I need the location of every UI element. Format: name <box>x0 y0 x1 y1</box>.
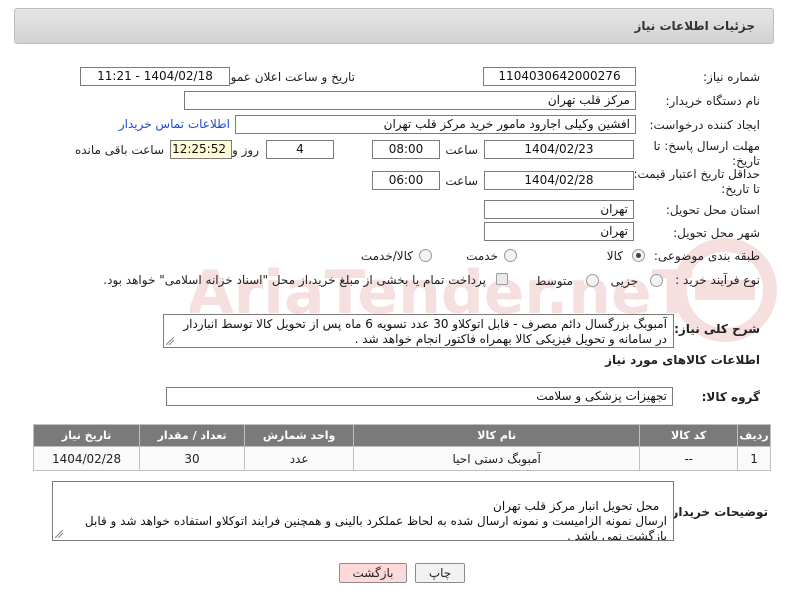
description-text: آمبوبگ بزرگسال دائم مصرف - قابل اتوکلاو … <box>183 317 667 346</box>
payment-note: پرداخت تمام یا بخشی از مبلغ خرید،از محل … <box>103 273 486 287</box>
validity-time-field: 06:00 <box>372 171 440 190</box>
announce-field: 1404/02/18 - 11:21 <box>80 67 230 86</box>
announce-label: تاریخ و ساعت اعلان عمومی: <box>210 70 355 84</box>
buyer-label: نام دستگاه خریدار: <box>665 94 761 108</box>
process-label: نوع فرآیند خرید : <box>675 273 760 287</box>
buyer-notes-label: توضیحات خریدار: <box>666 505 768 519</box>
resize-grip-icon[interactable] <box>166 337 174 345</box>
deadline-time-label: ساعت <box>445 143 478 157</box>
category-radio-goods-service[interactable] <box>419 249 432 262</box>
cell-date: 1404/02/28 <box>32 446 141 471</box>
process-option-minor: جزیی <box>610 274 638 288</box>
city-label: شهر محل تحویل: <box>673 226 760 240</box>
contact-info-link[interactable]: اطلاعات تماس خریدار <box>119 117 230 131</box>
category-option-goods: کالا <box>606 249 623 263</box>
need-number-field: 1104030642000276 <box>483 67 636 86</box>
need-number-label: شماره نیاز: <box>703 70 760 84</box>
buyer-notes-text: محل تحویل انبار مرکز قلب تهران ارسال نمو… <box>84 499 667 541</box>
cell-row: 1 <box>737 446 771 471</box>
category-radio-goods[interactable] <box>632 249 645 262</box>
category-option-goods-service: کالا/خدمت <box>360 249 413 263</box>
print-button[interactable]: چاپ <box>415 563 465 583</box>
col-unit: واحد شمارش <box>244 424 355 447</box>
goods-group-field: تجهیزات پزشکی و سلامت <box>166 387 673 406</box>
cell-unit: عدد <box>244 446 355 471</box>
col-qty: تعداد / مقدار <box>139 424 246 447</box>
header-panel: جزئیات اطلاعات نیاز <box>14 8 774 44</box>
deadline-label: مهلت ارسال پاسخ: تا تاریخ: <box>653 139 760 168</box>
col-code: کد کالا <box>639 424 739 447</box>
description-label: شرح کلی نیاز: <box>674 322 760 336</box>
category-option-service: خدمت <box>466 249 498 263</box>
back-button[interactable]: بازگشت <box>339 563 407 583</box>
description-field: آمبوبگ بزرگسال دائم مصرف - قابل اتوکلاو … <box>163 314 674 348</box>
col-row: ردیف <box>737 424 771 447</box>
col-name: نام کالا <box>353 424 641 447</box>
buyer-field: مرکز قلب تهران <box>184 91 636 110</box>
validity-date-field: 1404/02/28 <box>484 171 634 190</box>
process-radio-minor[interactable] <box>650 274 663 287</box>
creator-label: ایجاد کننده درخواست: <box>649 118 760 132</box>
remaining-time-field: 12:25:52 <box>170 140 232 159</box>
cell-qty: 30 <box>139 446 246 471</box>
validity-time-label: ساعت <box>445 174 478 188</box>
treasury-checkbox[interactable] <box>496 273 508 285</box>
resize-grip-icon[interactable] <box>55 530 63 538</box>
days-label: روز و <box>232 143 259 157</box>
page-title: جزئیات اطلاعات نیاز <box>634 19 755 33</box>
province-label: استان محل تحویل: <box>665 203 760 217</box>
cell-code: -- <box>639 446 739 471</box>
process-option-medium: متوسط <box>535 274 573 288</box>
goods-section-title: اطلاعات کالاهای مورد نیاز <box>605 353 760 367</box>
goods-group-label: گروه کالا: <box>701 390 760 404</box>
process-radio-medium[interactable] <box>586 274 599 287</box>
category-label: طبقه بندی موضوعی: <box>653 249 760 263</box>
province-field: تهران <box>484 200 634 219</box>
validity-label: حداقل تاریخ اعتبار قیمت: تا تاریخ: <box>633 167 760 196</box>
table-row[interactable]: 1 -- آمبوبگ دستی احیا عدد 30 1404/02/28 <box>32 446 771 471</box>
deadline-date-field: 1404/02/23 <box>484 140 634 159</box>
items-table: ردیف کد کالا نام کالا واحد شمارش تعداد /… <box>32 424 771 471</box>
city-field: تهران <box>484 222 634 241</box>
deadline-time-field: 08:00 <box>372 140 440 159</box>
creator-field: افشین وکیلی اجارود مامور خرید مرکز قلب ت… <box>235 115 636 134</box>
days-field: 4 <box>266 140 334 159</box>
col-date: تاریخ نیاز <box>32 424 141 447</box>
buyer-notes-field: محل تحویل انبار مرکز قلب تهران ارسال نمو… <box>52 481 674 541</box>
category-radio-service[interactable] <box>504 249 517 262</box>
table-header-row: ردیف کد کالا نام کالا واحد شمارش تعداد /… <box>32 424 771 447</box>
cell-name: آمبوبگ دستی احیا <box>353 446 641 471</box>
remaining-label: ساعت باقی مانده <box>74 143 164 157</box>
